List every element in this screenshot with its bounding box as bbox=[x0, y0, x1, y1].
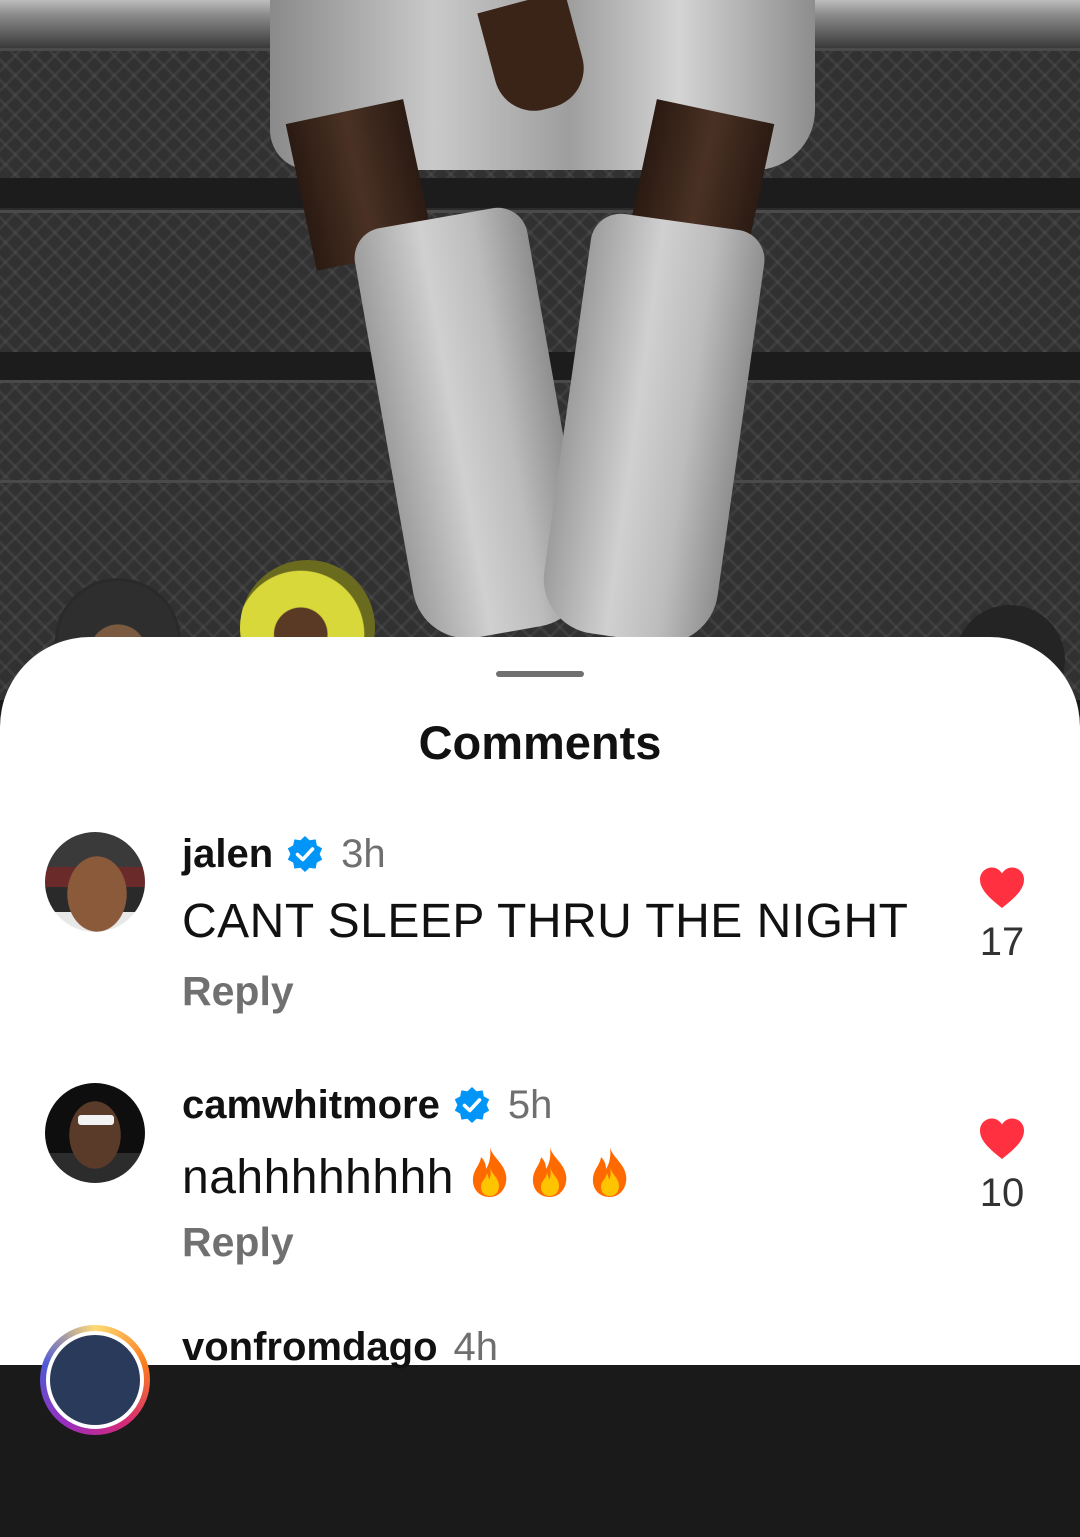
verified-badge-icon bbox=[287, 836, 323, 872]
avatar[interactable] bbox=[45, 832, 145, 932]
verified-badge-icon bbox=[454, 1087, 490, 1123]
comment-text: CANT SLEEP THRU THE NIGHT bbox=[182, 895, 909, 948]
sheet-title: Comments bbox=[418, 716, 662, 769]
comment-header: vonfromdago 4h bbox=[182, 1323, 498, 1371]
comments-sheet: Comments jalen 3h CANT SLEEP THRU THE NI… bbox=[0, 637, 1080, 1435]
username[interactable]: camwhitmore bbox=[182, 1083, 440, 1128]
comment-item: vonfromdago 4h bbox=[0, 1317, 1080, 1537]
comment-item: camwhitmore 5h nahhhhhhhh Reply 10 bbox=[0, 1083, 1080, 1303]
fire-emoji bbox=[532, 1147, 567, 1197]
fire-emoji bbox=[592, 1147, 627, 1197]
comment-time: 5h bbox=[507, 1082, 553, 1127]
comment-time: 3h bbox=[341, 831, 386, 876]
comment-header: camwhitmore 5h bbox=[182, 1081, 552, 1129]
heart-icon[interactable] bbox=[978, 1117, 1026, 1161]
avatar-story-ring[interactable] bbox=[40, 1325, 150, 1435]
avatar[interactable] bbox=[45, 1083, 145, 1183]
comment-item: jalen 3h CANT SLEEP THRU THE NIGHT Reply… bbox=[0, 832, 1080, 1052]
like-count: 17 bbox=[979, 920, 1025, 964]
like-count: 10 bbox=[979, 1171, 1025, 1215]
comment-text: nahhhhhhhh bbox=[182, 1151, 454, 1204]
username[interactable]: vonfromdago bbox=[182, 1325, 438, 1370]
post-image bbox=[0, 0, 1080, 700]
stair-riser bbox=[0, 178, 1080, 208]
like-control: 10 bbox=[960, 1117, 1044, 1216]
heart-icon[interactable] bbox=[978, 866, 1026, 910]
sheet-drag-handle[interactable] bbox=[496, 671, 584, 677]
reply-button[interactable]: Reply bbox=[182, 968, 294, 1015]
comment-header: jalen 3h bbox=[182, 830, 386, 878]
comment-time: 4h bbox=[453, 1324, 499, 1369]
username[interactable]: jalen bbox=[182, 832, 273, 877]
fire-emoji bbox=[472, 1147, 507, 1197]
comment-text-row: nahhhhhhhh bbox=[182, 1145, 634, 1205]
like-control: 17 bbox=[960, 866, 1044, 965]
reply-button[interactable]: Reply bbox=[182, 1219, 294, 1266]
